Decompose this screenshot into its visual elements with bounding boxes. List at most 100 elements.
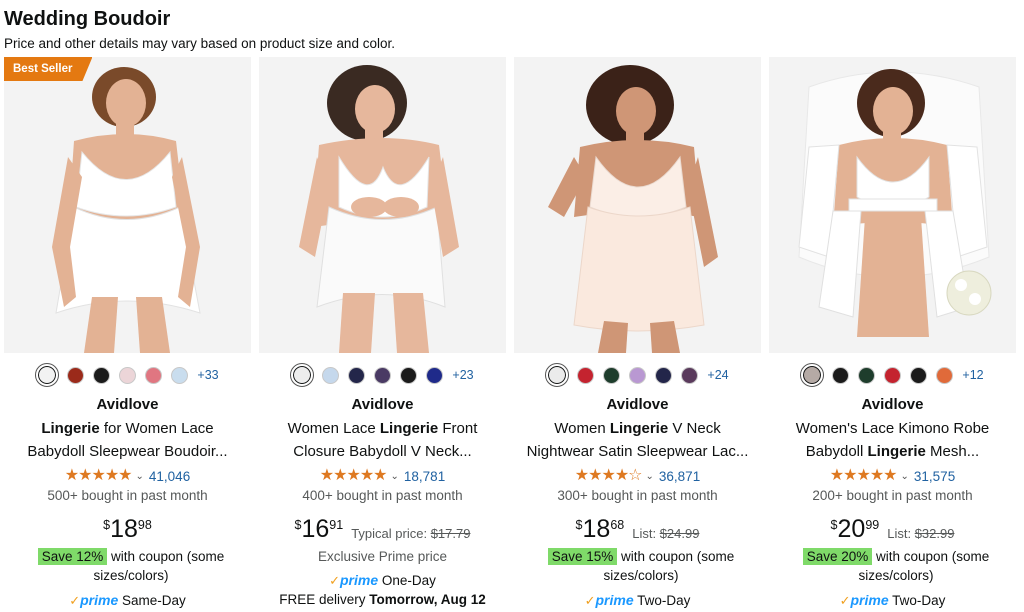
prime-delivery: ✓prime Two-Day (769, 591, 1016, 610)
product-card[interactable]: Best Seller +33 Avidlove Lingerie for Wo… (4, 57, 251, 612)
brand-name: Avidlove (861, 396, 924, 413)
color-swatch[interactable] (832, 366, 850, 384)
prime-delivery: ✓prime Same-Day (4, 591, 251, 610)
more-colors-link[interactable]: +12 (962, 368, 983, 382)
section-header: Wedding Boudoir Price and other details … (4, 6, 395, 53)
brand-name: Avidlove (351, 396, 414, 413)
save-badge: Save 20% (802, 548, 873, 565)
coupon-label: with coupon (some sizes/colors) (858, 549, 990, 583)
price-whole: 20 (837, 515, 866, 543)
product-card[interactable]: +12 Avidlove Women's Lace Kimono Robe Ba… (769, 57, 1016, 612)
price-currency: $ (103, 518, 111, 532)
product-image[interactable] (259, 57, 506, 353)
star-rating-icon: ★★★★☆ (574, 467, 643, 484)
prime-logo: prime (595, 592, 634, 608)
delivery-prefix: FREE delivery (279, 592, 370, 607)
color-swatch[interactable] (322, 366, 340, 384)
star-rating-icon: ★★★★★ (829, 467, 898, 484)
color-swatch[interactable] (681, 366, 699, 384)
color-swatch[interactable] (800, 363, 825, 387)
save-badge: Save 15% (547, 548, 618, 565)
price-currency: $ (830, 518, 838, 532)
price: $ 18 98 (4, 515, 251, 545)
product-image[interactable] (769, 57, 1016, 353)
color-swatch[interactable] (884, 366, 902, 384)
save-badge: Save 12% (37, 548, 108, 565)
product-card[interactable]: +23 Avidlove Women Lace Lingerie Front C… (259, 57, 506, 612)
rating-row[interactable]: ★★★★★ ⌄ 41,046 (4, 467, 251, 485)
bought-count: 400+ bought in past month (302, 488, 463, 503)
color-swatch[interactable] (858, 366, 876, 384)
price-fraction: 91 (329, 518, 344, 532)
list-price-value: $24.99 (659, 526, 700, 541)
color-swatches: +23 (259, 363, 506, 387)
color-swatch[interactable] (171, 366, 189, 384)
bought-count: 200+ bought in past month (812, 488, 973, 503)
color-swatch[interactable] (655, 366, 673, 384)
coupon-label: with coupon (some sizes/colors) (93, 549, 225, 583)
color-swatch[interactable] (374, 366, 392, 384)
price: $ 16 91 Typical price: $17.79 (259, 515, 506, 545)
more-colors-link[interactable]: +23 (452, 368, 473, 382)
review-count-link[interactable]: 41,046 (149, 469, 190, 484)
title-text: Women (554, 420, 610, 437)
price-currency: $ (575, 518, 583, 532)
color-swatch[interactable] (348, 366, 366, 384)
price-whole: 18 (582, 515, 611, 543)
color-swatches: +24 (514, 363, 761, 387)
color-swatch[interactable] (603, 366, 621, 384)
more-colors-link[interactable]: +33 (197, 368, 218, 382)
color-swatch[interactable] (290, 363, 315, 387)
title-keyword: Lingerie (379, 420, 439, 437)
rating-row[interactable]: ★★★★★ ⌄ 31,575 (769, 467, 1016, 485)
list-price-label: List: (632, 526, 660, 541)
color-swatch[interactable] (426, 366, 444, 384)
price-currency: $ (294, 518, 302, 532)
typical-price: Typical price: $17.79 (351, 527, 470, 541)
typical-price-label: Typical price: (351, 526, 431, 541)
exclusive-prime-price: Exclusive Prime price (317, 549, 448, 564)
prime-check-icon: ✓ (839, 593, 851, 608)
color-swatch[interactable] (545, 363, 570, 387)
rating-row[interactable]: ★★★★★ ⌄ 18,781 (259, 467, 506, 485)
chevron-down-icon[interactable]: ⌄ (391, 471, 399, 482)
price: $ 20 99 List: $32.99 (769, 515, 1016, 545)
coupon-text: Save 12% with coupon (some sizes/colors) (26, 547, 236, 585)
color-swatch[interactable] (145, 366, 163, 384)
prime-logo: prime (80, 592, 119, 608)
color-swatch[interactable] (67, 366, 85, 384)
price-fraction: 98 (137, 518, 152, 532)
product-title-link[interactable]: Lingerie for Women Lace Babydoll Sleepwe… (14, 417, 241, 463)
more-colors-link[interactable]: +24 (707, 368, 728, 382)
title-keyword: Lingerie (41, 420, 100, 437)
color-swatch[interactable] (910, 366, 928, 384)
product-title-link[interactable]: Women Lingerie V Neck Nightwear Satin Sl… (524, 417, 751, 463)
color-swatch[interactable] (400, 366, 418, 384)
prime-delivery: ✓prime One-Day (259, 571, 506, 590)
review-count-link[interactable]: 31,575 (914, 469, 955, 484)
color-swatch[interactable] (629, 366, 647, 384)
chevron-down-icon[interactable]: ⌄ (901, 471, 909, 482)
color-swatch[interactable] (35, 363, 60, 387)
review-count-link[interactable]: 36,871 (659, 469, 700, 484)
brand-name: Avidlove (606, 396, 669, 413)
star-rating-icon: ★★★★★ (64, 467, 133, 484)
color-swatch[interactable] (577, 366, 595, 384)
coupon-text: Save 20% with coupon (some sizes/colors) (791, 547, 1001, 585)
list-price: List: $24.99 (632, 527, 699, 541)
review-count-link[interactable]: 18,781 (404, 469, 445, 484)
section-title: Wedding Boudoir (4, 8, 171, 30)
product-card[interactable]: +24 Avidlove Women Lingerie V Neck Night… (514, 57, 761, 612)
product-image[interactable] (4, 57, 251, 353)
chevron-down-icon[interactable]: ⌄ (136, 471, 144, 482)
product-title-link[interactable]: Women Lace Lingerie Front Closure Babydo… (269, 417, 496, 463)
product-image[interactable] (514, 57, 761, 353)
color-swatch[interactable] (93, 366, 111, 384)
chevron-down-icon[interactable]: ⌄ (646, 471, 654, 482)
color-swatch[interactable] (936, 366, 954, 384)
price-whole: 16 (301, 515, 330, 543)
color-swatch[interactable] (119, 366, 137, 384)
product-title-link[interactable]: Women's Lace Kimono Robe Babydoll Linger… (779, 417, 1006, 463)
rating-row[interactable]: ★★★★☆ ⌄ 36,871 (514, 467, 761, 485)
list-price-value: $32.99 (914, 526, 955, 541)
